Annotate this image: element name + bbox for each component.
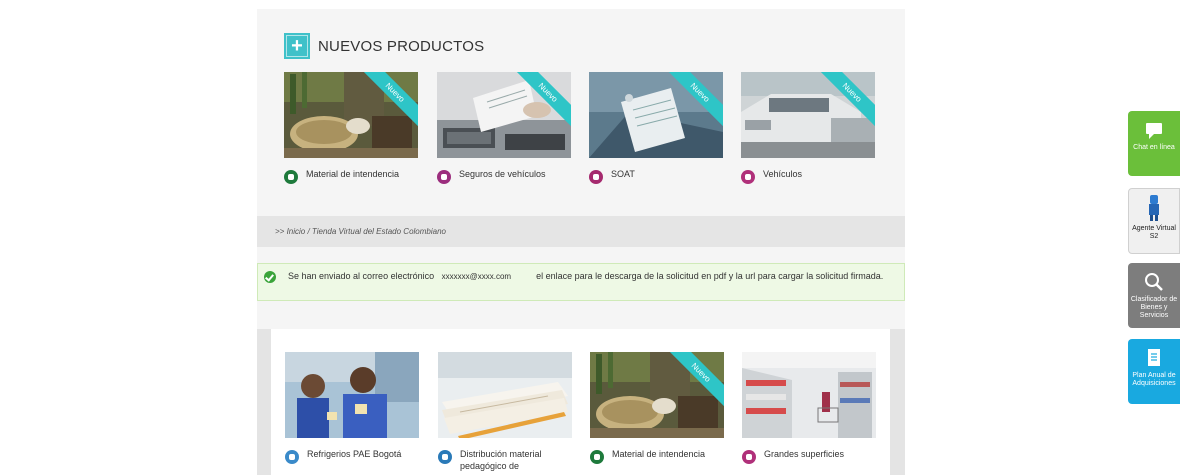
check-circle-icon bbox=[264, 271, 276, 283]
catalog-card-material-intendencia[interactable]: Nuevo Material de intendencia bbox=[590, 352, 724, 464]
new-ribbon: Nuevo bbox=[515, 72, 571, 128]
product-card-vehiculos[interactable]: Nuevo Vehículos bbox=[741, 72, 875, 184]
product-image-vehicles[interactable]: Nuevo bbox=[741, 72, 875, 158]
breadcrumb: >> Inicio / Tienda Virtual del Estado Co… bbox=[257, 216, 905, 247]
agent-widget-label: Agente Virtual S2 bbox=[1132, 225, 1176, 240]
chat-widget-label: Chat en línea bbox=[1133, 144, 1175, 151]
catalog-label[interactable]: Material de intendencia bbox=[612, 448, 705, 460]
agent-widget[interactable]: Agente Virtual S2 bbox=[1128, 188, 1180, 254]
cart-icon bbox=[742, 450, 756, 464]
catalog-image-books[interactable] bbox=[438, 352, 572, 438]
catalog-label[interactable]: Grandes superficies bbox=[764, 448, 844, 460]
military-icon bbox=[590, 450, 604, 464]
food-icon bbox=[285, 450, 299, 464]
catalog-image-supermarket[interactable] bbox=[742, 352, 876, 438]
new-ribbon: Nuevo bbox=[362, 72, 418, 128]
annual-plan-widget-label: Plan Anual de Adquisiciones bbox=[1132, 372, 1176, 387]
plus-icon: + bbox=[284, 33, 310, 59]
new-ribbon: Nuevo bbox=[668, 352, 724, 408]
product-card-material-intendencia[interactable]: Nuevo Material de intendencia bbox=[284, 72, 418, 184]
product-image-military[interactable]: Nuevo bbox=[284, 72, 418, 158]
product-image-soat[interactable]: Nuevo bbox=[589, 72, 723, 158]
product-label[interactable]: SOAT bbox=[611, 168, 635, 180]
military-icon bbox=[284, 170, 298, 184]
new-products-title: NUEVOS PRODUCTOS bbox=[318, 37, 485, 55]
book-icon bbox=[438, 450, 452, 464]
chat-widget[interactable]: Chat en línea bbox=[1128, 111, 1180, 176]
alert-message: Se han enviado al correo electrónico xxx… bbox=[288, 270, 888, 283]
new-products-header: + NUEVOS PRODUCTOS bbox=[284, 33, 484, 59]
catalog-image-children[interactable] bbox=[285, 352, 419, 438]
catalog-label[interactable]: Refrigerios PAE Bogotá bbox=[307, 448, 401, 460]
agent-icon bbox=[1143, 194, 1165, 222]
catalog-image-military[interactable]: Nuevo bbox=[590, 352, 724, 438]
product-card-seguros-vehiculos[interactable]: Nuevo Seguros de vehículos bbox=[437, 72, 571, 184]
catalog-card-grandes-superficies[interactable]: Grandes superficies bbox=[742, 352, 876, 464]
breadcrumb-text[interactable]: >> Inicio / Tienda Virtual del Estado Co… bbox=[275, 227, 446, 236]
catalog-card-refrigerios[interactable]: Refrigerios PAE Bogotá bbox=[285, 352, 419, 464]
product-label[interactable]: Material de intendencia bbox=[306, 168, 399, 180]
product-image-insurance[interactable]: Nuevo bbox=[437, 72, 571, 158]
alert-text-part2: el enlace para le descarga de la solicit… bbox=[536, 271, 884, 281]
new-ribbon: Nuevo bbox=[819, 72, 875, 128]
classifier-widget-label: Clasificador de Bienes y Servicios bbox=[1130, 296, 1178, 319]
soat-icon bbox=[589, 170, 603, 184]
catalog-label[interactable]: Distribución material pedagógico de bbox=[460, 448, 572, 472]
search-icon bbox=[1143, 271, 1165, 293]
document-icon bbox=[1143, 347, 1165, 369]
new-ribbon: Nuevo bbox=[667, 72, 723, 128]
car-insurance-icon bbox=[437, 170, 451, 184]
catalog-card-distribucion[interactable]: Distribución material pedagógico de bbox=[438, 352, 572, 472]
product-card-soat[interactable]: Nuevo SOAT bbox=[589, 72, 723, 184]
car-icon bbox=[741, 170, 755, 184]
product-label[interactable]: Seguros de vehículos bbox=[459, 168, 546, 180]
chat-icon bbox=[1143, 119, 1165, 141]
alert-text-part1: Se han enviado al correo electrónico bbox=[288, 271, 435, 281]
alert-email: xxxxxxx@xxxx.com bbox=[441, 272, 512, 281]
annual-plan-widget[interactable]: Plan Anual de Adquisiciones bbox=[1128, 339, 1180, 404]
product-label[interactable]: Vehículos bbox=[763, 168, 802, 180]
success-alert: Se han enviado al correo electrónico xxx… bbox=[257, 263, 905, 301]
classifier-widget[interactable]: Clasificador de Bienes y Servicios bbox=[1128, 263, 1180, 328]
